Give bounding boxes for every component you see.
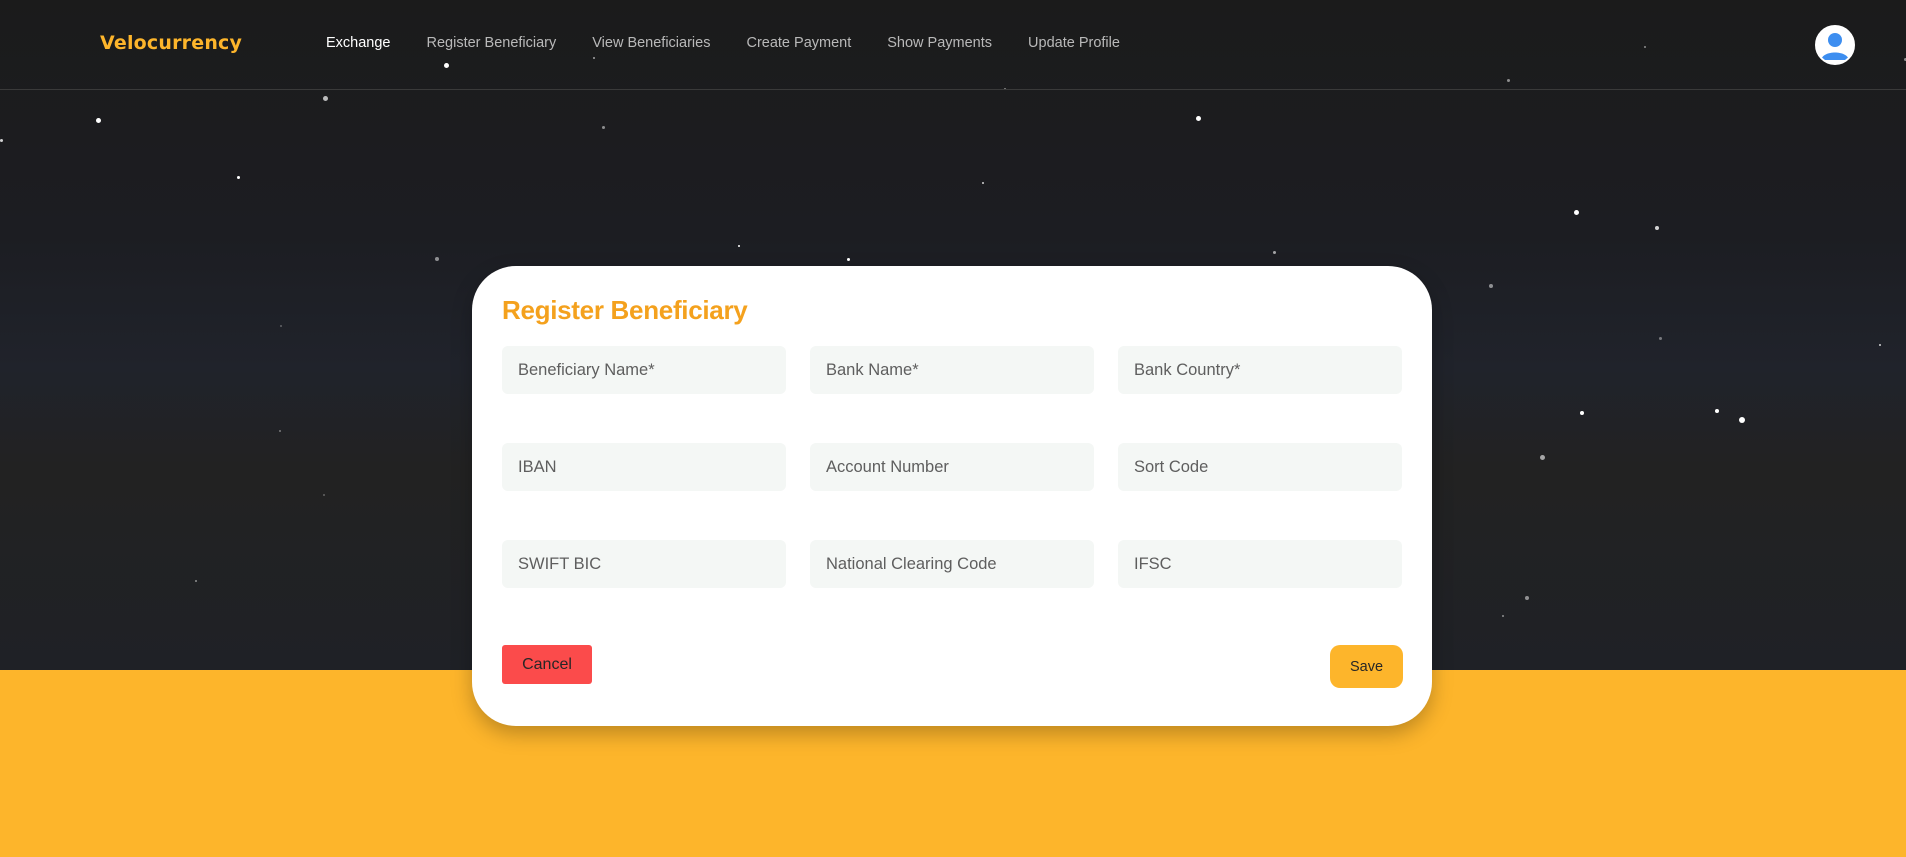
bank-country-input[interactable] xyxy=(1118,346,1402,394)
star xyxy=(1273,251,1276,254)
star xyxy=(738,245,740,247)
star xyxy=(1502,615,1504,617)
star xyxy=(435,257,439,261)
star xyxy=(0,139,3,142)
star xyxy=(323,96,328,101)
star xyxy=(323,494,325,496)
star xyxy=(1525,596,1529,600)
bank-name-input[interactable] xyxy=(810,346,1094,394)
nav-item-show-payments[interactable]: Show Payments xyxy=(887,35,992,51)
star xyxy=(96,118,101,123)
star xyxy=(1574,210,1579,215)
star xyxy=(1659,337,1662,340)
iban-input[interactable] xyxy=(502,443,786,491)
star xyxy=(602,126,605,129)
star xyxy=(280,325,282,327)
register-beneficiary-card: Register Beneficiary Cancel Save xyxy=(472,266,1432,726)
cancel-button[interactable]: Cancel xyxy=(502,645,592,684)
star xyxy=(982,182,984,184)
page-title: Register Beneficiary xyxy=(502,295,748,325)
swift-bic-input[interactable] xyxy=(502,540,786,588)
national-clearing-code-input[interactable] xyxy=(810,540,1094,588)
sort-code-input[interactable] xyxy=(1118,443,1402,491)
star xyxy=(1655,226,1659,230)
star xyxy=(237,176,240,179)
star xyxy=(279,430,281,432)
beneficiary-name-input[interactable] xyxy=(502,346,786,394)
star xyxy=(1715,409,1719,413)
star xyxy=(1580,411,1584,415)
star xyxy=(847,258,850,261)
nav-item-exchange[interactable]: Exchange xyxy=(326,35,391,51)
brand-logo[interactable]: Velocurrency xyxy=(100,32,242,54)
star xyxy=(1879,344,1881,346)
star xyxy=(1739,417,1745,423)
save-button[interactable]: Save xyxy=(1330,645,1403,688)
nav-item-register-beneficiary[interactable]: Register Beneficiary xyxy=(427,35,557,51)
star xyxy=(1196,116,1201,121)
top-navbar: Velocurrency Exchange Register Beneficia… xyxy=(0,0,1906,90)
ifsc-input[interactable] xyxy=(1118,540,1402,588)
nav-item-update-profile[interactable]: Update Profile xyxy=(1028,35,1120,51)
nav-item-view-beneficiaries[interactable]: View Beneficiaries xyxy=(592,35,710,51)
user-silhouette-icon xyxy=(1817,27,1853,63)
star xyxy=(1489,284,1493,288)
nav-item-create-payment[interactable]: Create Payment xyxy=(746,35,851,51)
star xyxy=(1540,455,1545,460)
main-nav: Exchange Register Beneficiary View Benef… xyxy=(326,35,1156,51)
user-avatar-icon[interactable] xyxy=(1815,25,1855,65)
account-number-input[interactable] xyxy=(810,443,1094,491)
star xyxy=(195,580,197,582)
